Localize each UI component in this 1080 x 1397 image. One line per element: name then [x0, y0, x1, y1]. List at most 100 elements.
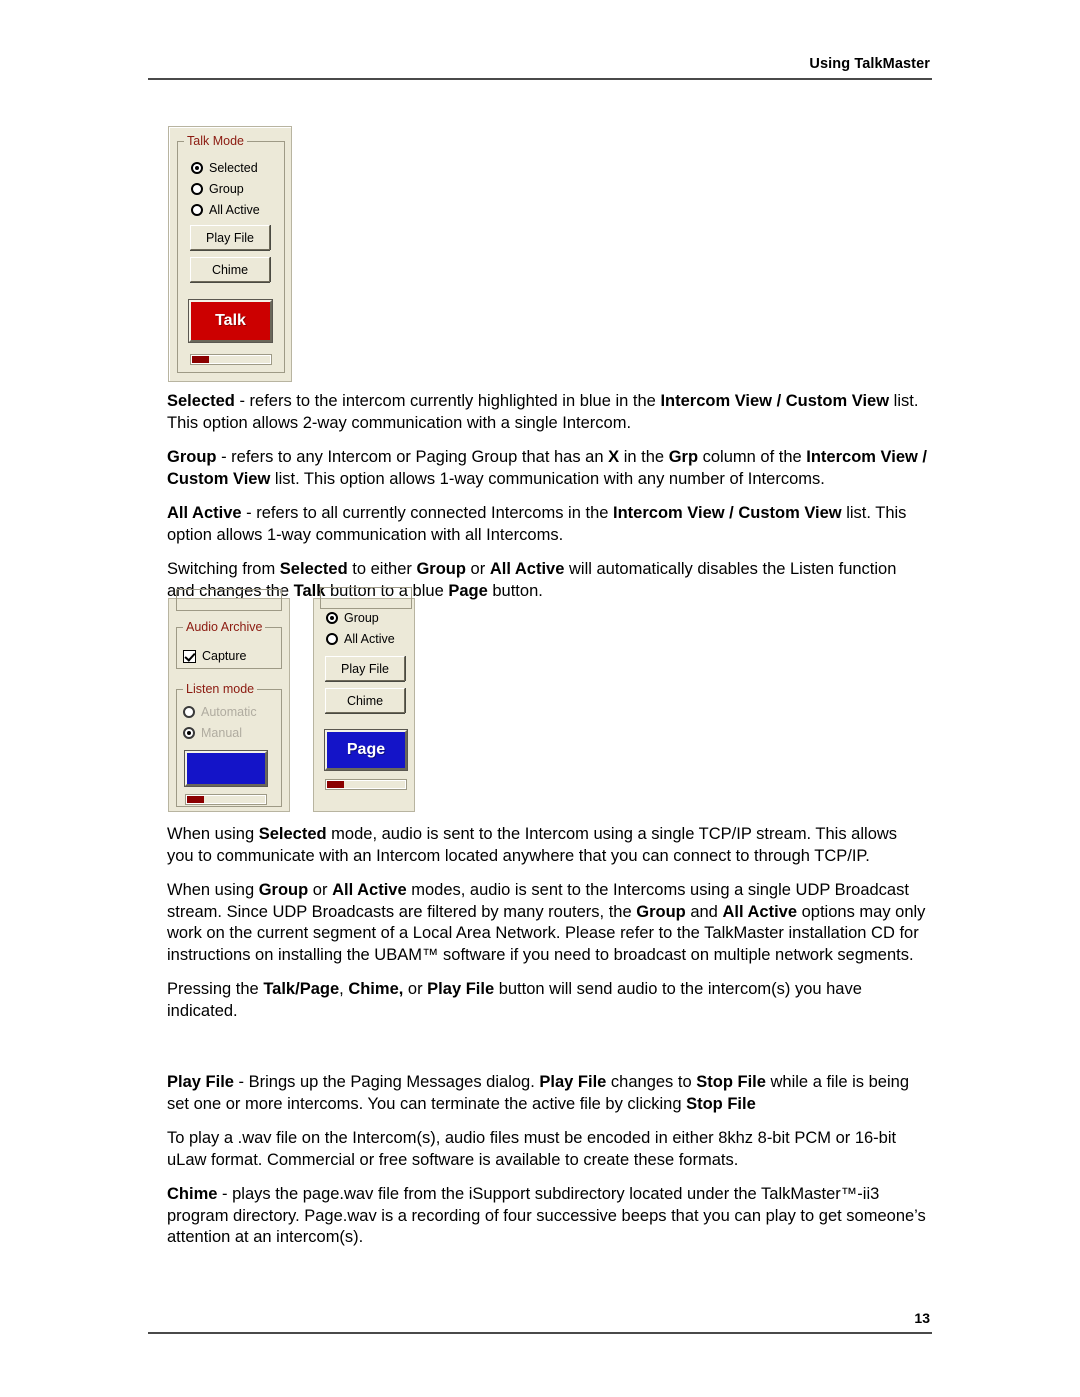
text-bold: All Active [722, 902, 798, 921]
body-block-1: Selected - refers to the intercom curren… [167, 391, 927, 615]
radio-button-icon [326, 612, 338, 624]
radio-button-icon [326, 633, 338, 645]
text-run: and [685, 902, 723, 921]
page-vu-meter [325, 779, 407, 790]
text-bold: Play File [539, 1073, 607, 1091]
radio-page-mode-group[interactable]: Group [326, 611, 379, 625]
paragraph-pressing: Pressing the Talk/Page, Chime, or Play F… [167, 979, 927, 1022]
text-bold: Group [416, 560, 466, 578]
page-button[interactable]: Page [325, 730, 407, 770]
chime-button[interactable]: Chime [190, 257, 270, 282]
text-run: When using [167, 881, 259, 899]
text-bold: Play File [427, 980, 495, 998]
paragraph-udp: When using Group or All Active modes, au… [167, 880, 927, 966]
text-bold: All Active [489, 560, 565, 578]
document-page: Using TalkMaster Talk Mode Selected Grou… [0, 0, 1080, 1397]
text-run: list. This option allows 1-way communica… [270, 469, 825, 488]
text-run: When using [167, 825, 259, 843]
radio-label: Group [344, 611, 379, 625]
text-run: - plays the page.wav file from the iSupp… [167, 1185, 926, 1246]
text-bold: All Active [167, 504, 242, 522]
text-run: - refers to all currently connected Inte… [241, 504, 614, 522]
vu-meter-track [209, 356, 270, 363]
radio-talk-mode-all-active[interactable]: All Active [191, 203, 260, 217]
vu-meter-fill [327, 781, 345, 788]
page-number: 13 [914, 1310, 930, 1326]
text-bold: Chime, [348, 980, 404, 998]
text-bold: Intercom View / Custom View [660, 392, 890, 410]
text-bold: Stop File [696, 1073, 766, 1091]
text-bold: Selected [167, 392, 235, 410]
paragraph-tcpip: When using Selected mode, audio is sent … [167, 824, 927, 867]
checkbox-icon [183, 649, 196, 663]
play-file-button-page-mode[interactable]: Play File [325, 656, 405, 681]
paragraph-play-file: Play File - Brings up the Paging Message… [167, 1072, 927, 1115]
body-block-3: Play File - Brings up the Paging Message… [167, 1072, 927, 1262]
body-block-2: When using Selected mode, audio is sent … [167, 824, 927, 1035]
text-run: - refers to any Intercom or Paging Group… [216, 448, 609, 466]
cropped-groupbox-top [176, 589, 282, 611]
radio-button-icon [183, 727, 195, 739]
text-bold: Selected [279, 560, 348, 578]
text-bold: Page [448, 581, 488, 600]
listen-button[interactable] [185, 751, 267, 786]
talk-vu-meter [190, 354, 272, 365]
radio-listen-mode-automatic[interactable]: Automatic [183, 705, 257, 719]
text-run: button. [487, 581, 543, 600]
play-file-button[interactable]: Play File [190, 225, 270, 250]
text-run: to either [347, 560, 417, 578]
text-run: Pressing the [167, 980, 264, 998]
paragraph-all-active: All Active - refers to all currently con… [167, 503, 927, 546]
talk-button[interactable]: Talk [189, 300, 272, 342]
radio-talk-mode-group[interactable]: Group [191, 182, 244, 196]
text-bold: Selected [258, 825, 327, 843]
vu-meter-fill [192, 356, 210, 363]
vu-meter-fill [187, 796, 205, 803]
text-run: changes to [606, 1073, 697, 1091]
text-bold: Group [258, 881, 309, 899]
figure-talk-mode-panel: Talk Mode Selected Group All Active Play… [168, 126, 292, 382]
text-bold: All Active [332, 881, 407, 899]
text-run: , [339, 980, 349, 998]
listen-mode-groupbox-label: Listen mode [183, 682, 258, 696]
text-run: - refers to the intercom currently highl… [234, 392, 661, 410]
radio-label: All Active [209, 203, 260, 217]
text-bold: Intercom View / Custom View [613, 504, 842, 522]
header-rule [148, 78, 932, 80]
chime-button-page-mode[interactable]: Chime [325, 688, 405, 713]
radio-talk-mode-selected[interactable]: Selected [191, 161, 258, 175]
text-run: in the [619, 448, 669, 466]
figure-page-mode-left-panel: Audio Archive Capture Listen mode Automa… [168, 589, 290, 812]
footer-rule [148, 1332, 932, 1334]
radio-button-icon [191, 204, 203, 216]
text-run: Switching from [167, 560, 280, 578]
figure-page-mode-right-panel: Group All Active Play File Chime Page [313, 587, 415, 812]
text-run: or [465, 560, 490, 578]
vu-meter-track [344, 781, 405, 788]
paragraph-wav-format: To play a .wav file on the Intercom(s), … [167, 1128, 927, 1171]
vu-meter-track [204, 796, 265, 803]
talk-mode-groupbox-label: Talk Mode [184, 134, 247, 148]
paragraph-chime: Chime - plays the page.wav file from the… [167, 1184, 927, 1249]
radio-label: Selected [209, 161, 258, 175]
paragraph-selected: Selected - refers to the intercom curren… [167, 391, 927, 434]
text-bold: Group [636, 902, 686, 921]
radio-page-mode-all-active[interactable]: All Active [326, 632, 395, 646]
text-run: To play a .wav file on the Intercom(s), … [167, 1129, 897, 1169]
page-footer: 13 [148, 1310, 932, 1334]
radio-listen-mode-manual[interactable]: Manual [183, 726, 242, 740]
radio-label: Automatic [201, 705, 257, 719]
radio-label: Group [209, 182, 244, 196]
capture-checkbox-row[interactable]: Capture [183, 649, 246, 663]
text-run: or [403, 980, 428, 998]
radio-button-icon [191, 183, 203, 195]
capture-checkbox-label: Capture [202, 649, 247, 663]
cropped-groupbox-top-right [320, 587, 412, 609]
radio-label: All Active [344, 632, 395, 646]
text-bold: Talk/Page [263, 980, 340, 998]
text-bold: X [608, 448, 620, 466]
text-bold: Group [167, 448, 217, 466]
text-run: column of the [698, 448, 807, 466]
header-title: Using TalkMaster [809, 56, 930, 72]
text-bold: Grp [668, 448, 699, 466]
